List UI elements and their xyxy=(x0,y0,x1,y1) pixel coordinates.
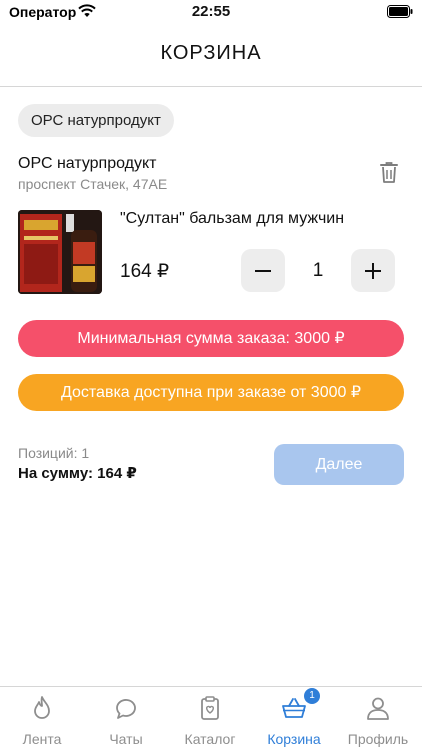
chat-icon xyxy=(116,699,136,719)
header-divider xyxy=(0,86,422,87)
tab-catalog[interactable]: Каталог xyxy=(168,687,252,750)
product-name[interactable]: "Султан" бальзам для мужчин xyxy=(120,210,344,228)
basket-icon xyxy=(282,698,306,718)
store-name: ОРС натурпродукт xyxy=(18,155,157,172)
tab-profile-label: Профиль xyxy=(347,731,409,747)
positions-count: Позиций: 1 xyxy=(18,445,90,461)
tab-chats[interactable]: Чаты xyxy=(84,687,168,750)
battery-icon xyxy=(387,5,413,18)
page-title: КОРЗИНА xyxy=(160,42,262,64)
product-image[interactable] xyxy=(18,210,102,294)
profile-icon xyxy=(367,697,389,720)
tab-bar: Лента Чаты Каталог 1 Корзина Профиль xyxy=(0,686,422,750)
store-address: проспект Стачек, 47АЕ xyxy=(18,176,168,192)
status-bar: Оператор 22:55 xyxy=(0,0,422,26)
status-time: 22:55 xyxy=(191,3,231,20)
tab-feed-label: Лента xyxy=(22,731,62,747)
trash-icon[interactable] xyxy=(380,161,398,184)
flame-icon xyxy=(34,696,50,719)
minus-icon xyxy=(255,269,271,272)
delivery-banner: Доставка доступна при заказе от 3000 ₽ xyxy=(18,374,404,411)
catalog-icon xyxy=(201,696,219,720)
cart-badge: 1 xyxy=(304,688,320,704)
store-chip[interactable]: ОРС натурпродукт xyxy=(18,104,174,137)
product-price: 164 ₽ xyxy=(120,261,170,282)
quantity-value: 1 xyxy=(312,260,324,281)
increase-quantity-button[interactable] xyxy=(351,249,395,292)
order-total: На сумму: 164 ₽ xyxy=(18,465,137,482)
tab-feed[interactable]: Лента xyxy=(0,687,84,750)
tab-catalog-label: Каталог xyxy=(184,731,236,747)
min-order-banner: Минимальная сумма заказа: 3000 ₽ xyxy=(18,320,404,357)
tab-cart-label: Корзина xyxy=(267,731,321,747)
tab-chats-label: Чаты xyxy=(109,731,143,747)
tab-cart[interactable]: 1 Корзина xyxy=(252,687,336,750)
plus-icon xyxy=(365,262,381,279)
tab-profile[interactable]: Профиль xyxy=(336,687,420,750)
decrease-quantity-button[interactable] xyxy=(241,249,285,292)
next-button[interactable]: Далее xyxy=(274,444,404,485)
product-photo xyxy=(18,210,102,294)
